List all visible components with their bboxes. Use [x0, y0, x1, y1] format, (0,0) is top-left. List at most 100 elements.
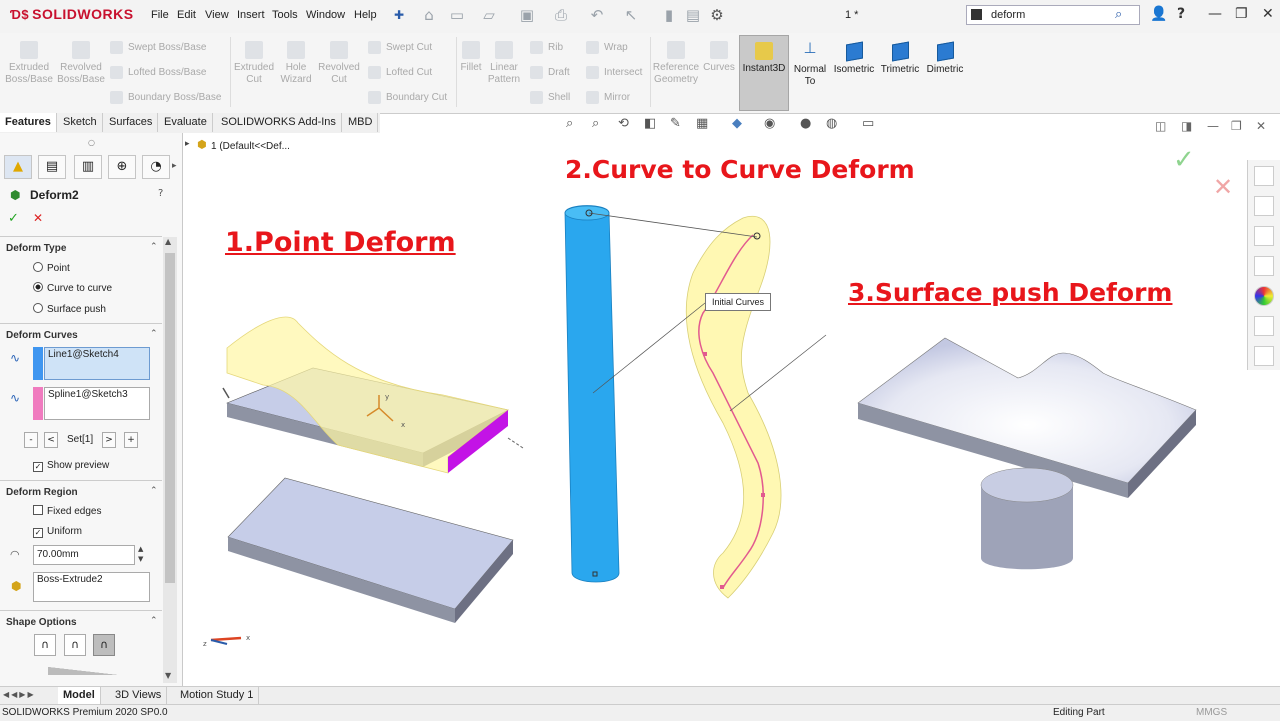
file-explorer-icon[interactable] — [1254, 226, 1274, 246]
tab-model[interactable]: Model — [58, 687, 101, 704]
tab-surfaces[interactable]: Surfaces — [104, 113, 159, 132]
draft-button[interactable]: Draft — [530, 66, 570, 79]
options-gear-icon[interactable]: ⚙ — [708, 6, 726, 24]
scroll-down-icon[interactable]: ▼ — [165, 671, 171, 680]
tab-mbd[interactable]: MBD — [343, 113, 379, 132]
lofted-cut-button[interactable]: Lofted Cut — [368, 66, 432, 79]
show-preview-checkbox[interactable]: ✓ Show preview — [33, 460, 109, 472]
restore-icon[interactable]: ❐ — [1235, 6, 1248, 22]
shape-stiffness-min-button[interactable]: ∩ — [34, 634, 56, 656]
pin-icon[interactable]: ✚ — [390, 6, 408, 24]
normal-to-button[interactable]: ⊥ Normal To — [790, 41, 830, 88]
status-units[interactable]: MMGS — [1196, 707, 1227, 718]
user-icon[interactable]: 👤 — [1150, 6, 1167, 22]
radio-curve-to-curve[interactable]: Curve to curve — [33, 282, 112, 294]
tab-evaluate[interactable]: Evaluate — [159, 113, 213, 132]
rib-button[interactable]: Rib — [530, 41, 563, 54]
body-listbox[interactable]: Boss-Extrude2 — [33, 572, 150, 602]
menu-help[interactable]: Help — [354, 9, 377, 21]
tab-feature-manager[interactable]: ▲ — [4, 155, 32, 179]
add-set-button[interactable]: + — [124, 432, 138, 448]
tab-sketch[interactable]: Sketch — [58, 113, 103, 132]
panel-splitter-handle[interactable]: ○ — [88, 138, 95, 147]
linear-pattern-button[interactable]: Linear Pattern — [486, 41, 522, 86]
collapse-chevron-icon[interactable]: ⌃ — [150, 616, 158, 626]
radius-input[interactable]: 70.00mm — [33, 545, 135, 565]
dimetric-button[interactable]: Dimetric — [924, 41, 966, 76]
menu-window[interactable]: Window — [306, 9, 345, 21]
edit-appearance-icon[interactable]: ● — [800, 116, 811, 131]
menu-tools[interactable]: Tools — [272, 9, 298, 21]
initial-curves-listbox[interactable]: Line1@Sketch4 — [44, 347, 150, 380]
swept-cut-button[interactable]: Swept Cut — [368, 41, 432, 54]
viewport-minimize-icon[interactable]: — — [1207, 119, 1219, 133]
ok-check-icon[interactable]: ✓ — [8, 211, 19, 226]
swept-boss-button[interactable]: Swept Boss/Base — [110, 41, 206, 54]
reference-geometry-button[interactable]: Reference Geometry — [652, 41, 700, 86]
menu-insert[interactable]: Insert — [237, 9, 265, 21]
menu-file[interactable]: File — [151, 9, 169, 21]
open-folder-icon[interactable]: ▱ — [480, 6, 498, 24]
home-icon[interactable]: ⌂ — [420, 6, 438, 24]
tab-scroll-arrows-icon[interactable]: ◀◀▶▶ — [3, 690, 36, 699]
delete-set-button[interactable]: - — [24, 432, 38, 448]
panel-scroll-right-icon[interactable]: ▸ — [172, 161, 177, 171]
instant3d-button[interactable]: Instant3D — [739, 35, 789, 111]
revolved-cut-button[interactable]: Revolved Cut — [316, 41, 362, 86]
initial-curves-callout[interactable]: Initial Curves — [705, 293, 772, 311]
extruded-boss-button[interactable]: Extruded Boss/Base — [4, 41, 54, 86]
fillet-button[interactable]: Fillet — [458, 41, 484, 74]
appearances-icon[interactable] — [1254, 286, 1274, 306]
tab-property-manager[interactable]: ▤ — [38, 155, 66, 179]
shape-stiffness-medium-button[interactable]: ∩ — [64, 634, 86, 656]
print-icon[interactable]: ⎙ — [552, 6, 570, 24]
menu-edit[interactable]: Edit — [177, 9, 196, 21]
isometric-button[interactable]: Isometric — [832, 41, 876, 76]
menu-view[interactable]: View — [205, 9, 229, 21]
scroll-thumb[interactable] — [165, 253, 175, 583]
section-view-icon[interactable]: ◧ — [644, 116, 656, 131]
tab-3d-views[interactable]: 3D Views — [110, 687, 168, 704]
tab-dimxpert-manager[interactable]: ⊕ — [108, 155, 136, 179]
custom-properties-icon[interactable] — [1254, 316, 1274, 336]
view-settings-icon[interactable]: ▭ — [862, 116, 874, 131]
rebuild-icon[interactable]: ▮ — [660, 6, 678, 24]
hide-show-items-icon[interactable]: ◉ — [764, 116, 775, 131]
tab-features[interactable]: Features — [0, 113, 57, 132]
mirror-button[interactable]: Mirror — [586, 91, 630, 104]
zoom-to-fit-icon[interactable]: ⌕ — [566, 116, 573, 131]
hole-wizard-button[interactable]: Hole Wizard — [276, 41, 316, 86]
collapse-chevron-icon[interactable]: ⌃ — [150, 242, 158, 252]
trimetric-button[interactable]: Trimetric — [878, 41, 922, 76]
panel-scrollbar[interactable]: ▲ ▼ — [163, 237, 177, 683]
dynamic-annotation-icon[interactable]: ✎ — [670, 116, 681, 131]
view-palette-icon[interactable] — [1254, 256, 1274, 276]
shape-stiffness-max-button[interactable]: ∩ — [93, 634, 115, 656]
apply-scene-icon[interactable]: ◍ — [826, 116, 837, 131]
scroll-up-icon[interactable]: ▲ — [165, 237, 171, 246]
forum-icon[interactable] — [1254, 346, 1274, 366]
extruded-cut-button[interactable]: Extruded Cut — [232, 41, 276, 86]
curves-button[interactable]: Curves — [702, 41, 736, 74]
radius-spinner[interactable]: ▲ ▼ — [138, 544, 143, 564]
save-icon[interactable]: ▣ — [518, 6, 536, 24]
close-icon[interactable]: ✕ — [1262, 6, 1274, 22]
collapse-chevron-icon[interactable]: ⌃ — [150, 486, 158, 496]
radio-point[interactable]: Point — [33, 262, 70, 274]
tab-solidworks-addins[interactable]: SOLIDWORKS Add-Ins — [216, 113, 342, 132]
previous-view-icon[interactable]: ⟲ — [618, 116, 629, 131]
zoom-to-area-icon[interactable]: ⌕ — [592, 116, 599, 131]
help-icon[interactable]: ? — [158, 188, 163, 199]
tab-configuration-manager[interactable]: ▥ — [74, 155, 102, 179]
new-document-icon[interactable]: ▭ — [448, 6, 466, 24]
shell-button[interactable]: Shell — [530, 91, 570, 104]
cancel-x-icon[interactable]: ✕ — [33, 211, 43, 225]
solidworks-resources-icon[interactable] — [1254, 166, 1274, 186]
revolved-boss-button[interactable]: Revolved Boss/Base — [56, 41, 106, 86]
help-icon[interactable]: ? — [1177, 6, 1185, 22]
design-library-icon[interactable] — [1254, 196, 1274, 216]
select-icon[interactable]: ↖ — [622, 6, 640, 24]
undo-icon[interactable]: ↶ — [588, 6, 606, 24]
boundary-boss-button[interactable]: Boundary Boss/Base — [110, 91, 221, 104]
solidworks-logo[interactable]: Ɗ$ SOLIDWORKS — [10, 6, 134, 22]
